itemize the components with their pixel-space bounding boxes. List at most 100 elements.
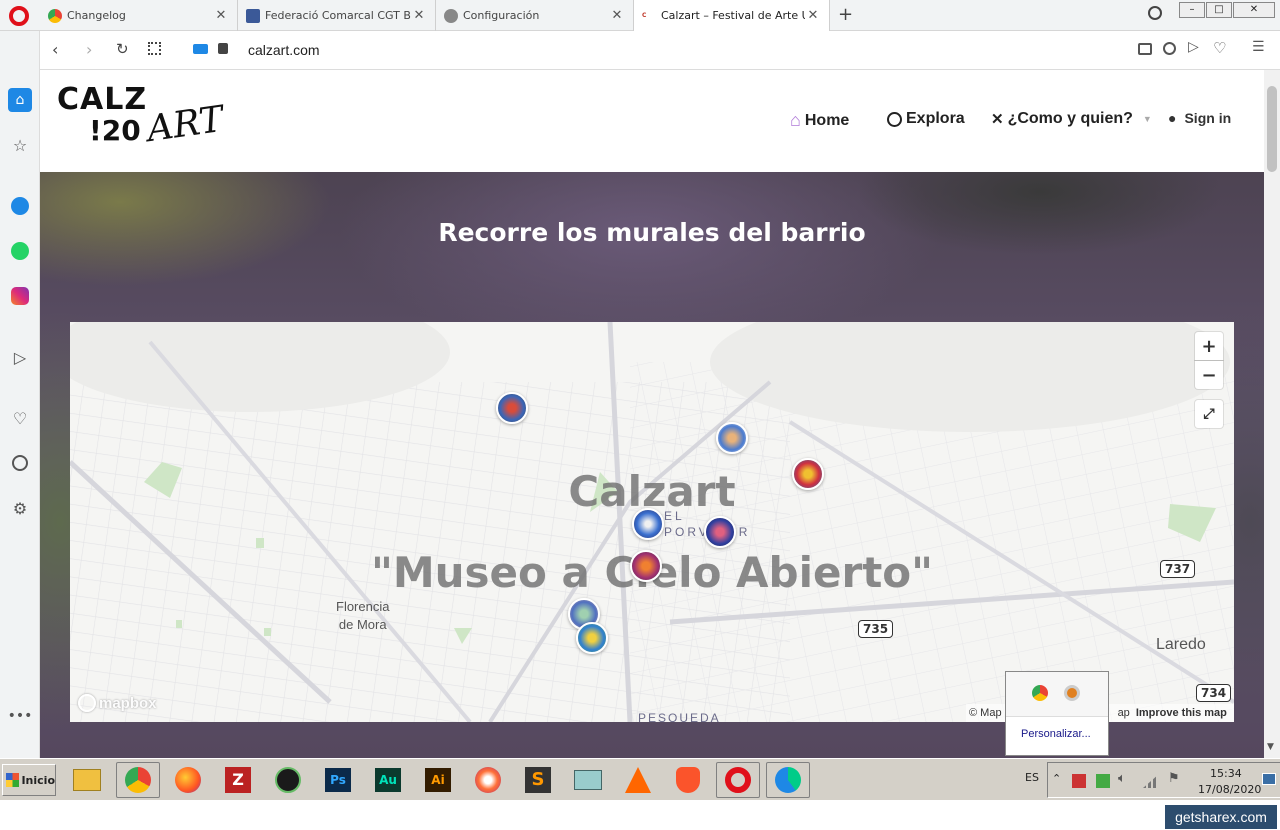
tray-security-icon[interactable] — [1096, 774, 1110, 788]
whatsapp-icon[interactable] — [8, 239, 32, 263]
show-hidden-icons-icon[interactable]: ⌃ — [1052, 772, 1061, 785]
edge-icon[interactable] — [766, 762, 810, 798]
calzart-favicon-icon: C — [642, 8, 656, 23]
compass-icon — [887, 111, 902, 127]
mural-marker[interactable] — [704, 516, 736, 548]
tray-popup: Personalizar... — [1005, 671, 1109, 756]
minimize-button[interactable]: – — [1179, 2, 1205, 18]
action-center-flag-icon[interactable]: ⚑ — [1168, 771, 1180, 786]
app-popup-icon[interactable] — [1064, 685, 1080, 701]
nav-explora-label: Explora — [906, 110, 965, 127]
show-desktop-icon[interactable] — [1262, 773, 1276, 785]
url-field[interactable]: calzart.com — [248, 42, 320, 58]
mural-marker[interactable] — [496, 392, 528, 424]
nav-como-label: ¿Como y quien? — [1007, 110, 1133, 127]
volume-icon[interactable]: 🔈︎ — [1118, 771, 1126, 786]
tray-app-icon[interactable] — [1072, 774, 1086, 788]
more-icon[interactable]: ••• — [8, 704, 33, 728]
logo-text-top: CALZ — [57, 82, 148, 117]
opera-logo-icon[interactable] — [9, 6, 29, 26]
vertical-scrollbar[interactable]: ▼ — [1264, 70, 1280, 758]
chrome-icon[interactable] — [116, 762, 160, 798]
nav-home[interactable]: ⌂ Home — [790, 110, 849, 131]
inkscape-icon[interactable] — [266, 762, 310, 798]
sublime-icon[interactable]: S — [516, 762, 560, 798]
speed-dial-icon[interactable]: ⌂ — [8, 88, 32, 112]
close-tab-icon[interactable]: ✕ — [213, 8, 229, 23]
firefox-dev-icon[interactable] — [466, 762, 510, 798]
bookmarks-icon[interactable]: ☆ — [8, 133, 32, 157]
start-button[interactable]: Inicio — [2, 764, 56, 796]
search-tabs-icon[interactable] — [1148, 6, 1162, 20]
zoom-in-button[interactable]: + — [1195, 332, 1223, 360]
nav-como-quien[interactable]: ✕ ¿Como y quien? ▼ — [991, 110, 1152, 128]
close-window-button[interactable]: ✕ — [1233, 2, 1275, 18]
scroll-down-arrow[interactable]: ▼ — [1267, 742, 1274, 752]
nav-signin-label: Sign in — [1184, 110, 1232, 126]
attribution-text[interactable]: © Map — [969, 707, 1002, 719]
file-explorer-icon[interactable] — [65, 762, 109, 798]
video-camera-icon[interactable] — [193, 44, 208, 54]
forward-icon[interactable]: › — [86, 40, 92, 59]
personalizar-link[interactable]: Personalizar... — [1021, 728, 1091, 740]
improve-map-link[interactable]: Improve this map — [1136, 707, 1227, 719]
mural-marker[interactable] — [716, 422, 748, 454]
tab-changelog[interactable]: Changelog ✕ — [40, 0, 238, 31]
instagram-icon[interactable] — [8, 284, 32, 308]
place-pesqueda: PESQUEDA — [638, 711, 721, 722]
reload-icon[interactable]: ↻ — [116, 40, 129, 58]
heart-bookmark-icon[interactable]: ♡ — [1213, 39, 1226, 57]
vlc-icon[interactable] — [616, 762, 660, 798]
network-icon[interactable] — [1143, 774, 1159, 788]
zoom-out-button[interactable]: − — [1195, 361, 1223, 389]
illustrator-icon[interactable]: Ai — [416, 762, 460, 798]
nav-sign-in[interactable]: ● Sign in — [1168, 110, 1231, 126]
settings-gear-icon[interactable]: ⚙ — [8, 496, 32, 520]
brave-icon[interactable] — [666, 762, 710, 798]
send-icon[interactable]: ▷ — [8, 345, 32, 369]
photoshop-icon[interactable]: Ps — [316, 762, 360, 798]
mural-marker[interactable] — [792, 458, 824, 490]
close-tab-icon[interactable]: ✕ — [411, 8, 427, 23]
scrollbar-thumb[interactable] — [1267, 86, 1277, 172]
mural-marker[interactable] — [632, 508, 664, 540]
clock-time[interactable]: 15:34 — [1210, 767, 1242, 780]
tabs-grid-icon[interactable] — [148, 42, 161, 55]
tab-configuracion[interactable]: Configuración ✕ — [436, 0, 634, 31]
tab-federacio[interactable]: Federació Comarcal CGT Baix ✕ — [238, 0, 436, 31]
fullscreen-button[interactable]: ⤢ — [1195, 400, 1223, 428]
close-tab-icon[interactable]: ✕ — [609, 8, 625, 23]
mural-marker[interactable] — [576, 622, 608, 654]
easy-setup-icon[interactable]: ☰ — [1252, 39, 1265, 55]
logo-script: ART — [144, 98, 226, 151]
clock-date[interactable]: 17/08/2020 — [1198, 783, 1261, 796]
mapbox-logo[interactable]: mapbox — [78, 694, 157, 712]
keyboard-icon[interactable] — [566, 762, 610, 798]
filezilla-icon[interactable]: Z — [216, 762, 260, 798]
tools-icon: ✕ — [991, 111, 1004, 128]
attribution-tail[interactable]: ap — [1118, 707, 1130, 719]
mural-marker[interactable] — [630, 550, 662, 582]
tab-calzart[interactable]: C Calzart – Festival de Arte Urb ✕ — [634, 0, 830, 31]
heart-icon[interactable]: ♡ — [8, 406, 32, 430]
maximize-button[interactable]: □ — [1206, 2, 1232, 18]
chrome-popup-icon[interactable] — [1032, 685, 1048, 701]
firefox-icon[interactable] — [166, 762, 210, 798]
opera-icon[interactable] — [716, 762, 760, 798]
adblock-icon[interactable] — [1163, 42, 1176, 55]
flow-send-icon[interactable]: ▷ — [1188, 39, 1199, 55]
desktop-strip: getsharex.com — [0, 800, 1280, 830]
back-icon[interactable]: ‹ — [52, 40, 58, 59]
site-logo[interactable]: CALZ !20 ART — [57, 82, 226, 162]
audition-icon[interactable]: Au — [366, 762, 410, 798]
windows-logo-icon — [6, 773, 20, 787]
new-tab-icon[interactable]: + — [838, 4, 853, 25]
map[interactable]: Florencia de Mora Laredo EL PORVENIR PES… — [70, 322, 1234, 722]
language-indicator[interactable]: ES — [1025, 771, 1039, 784]
web-page: CALZ !20 ART ⌂ Home Explora ✕ ¿Como y qu… — [40, 70, 1264, 758]
history-icon[interactable] — [8, 451, 32, 475]
close-tab-icon[interactable]: ✕ — [805, 8, 821, 23]
snapshot-icon[interactable] — [1138, 43, 1152, 55]
nav-explora[interactable]: Explora — [887, 110, 965, 128]
messenger-icon[interactable] — [8, 194, 32, 218]
